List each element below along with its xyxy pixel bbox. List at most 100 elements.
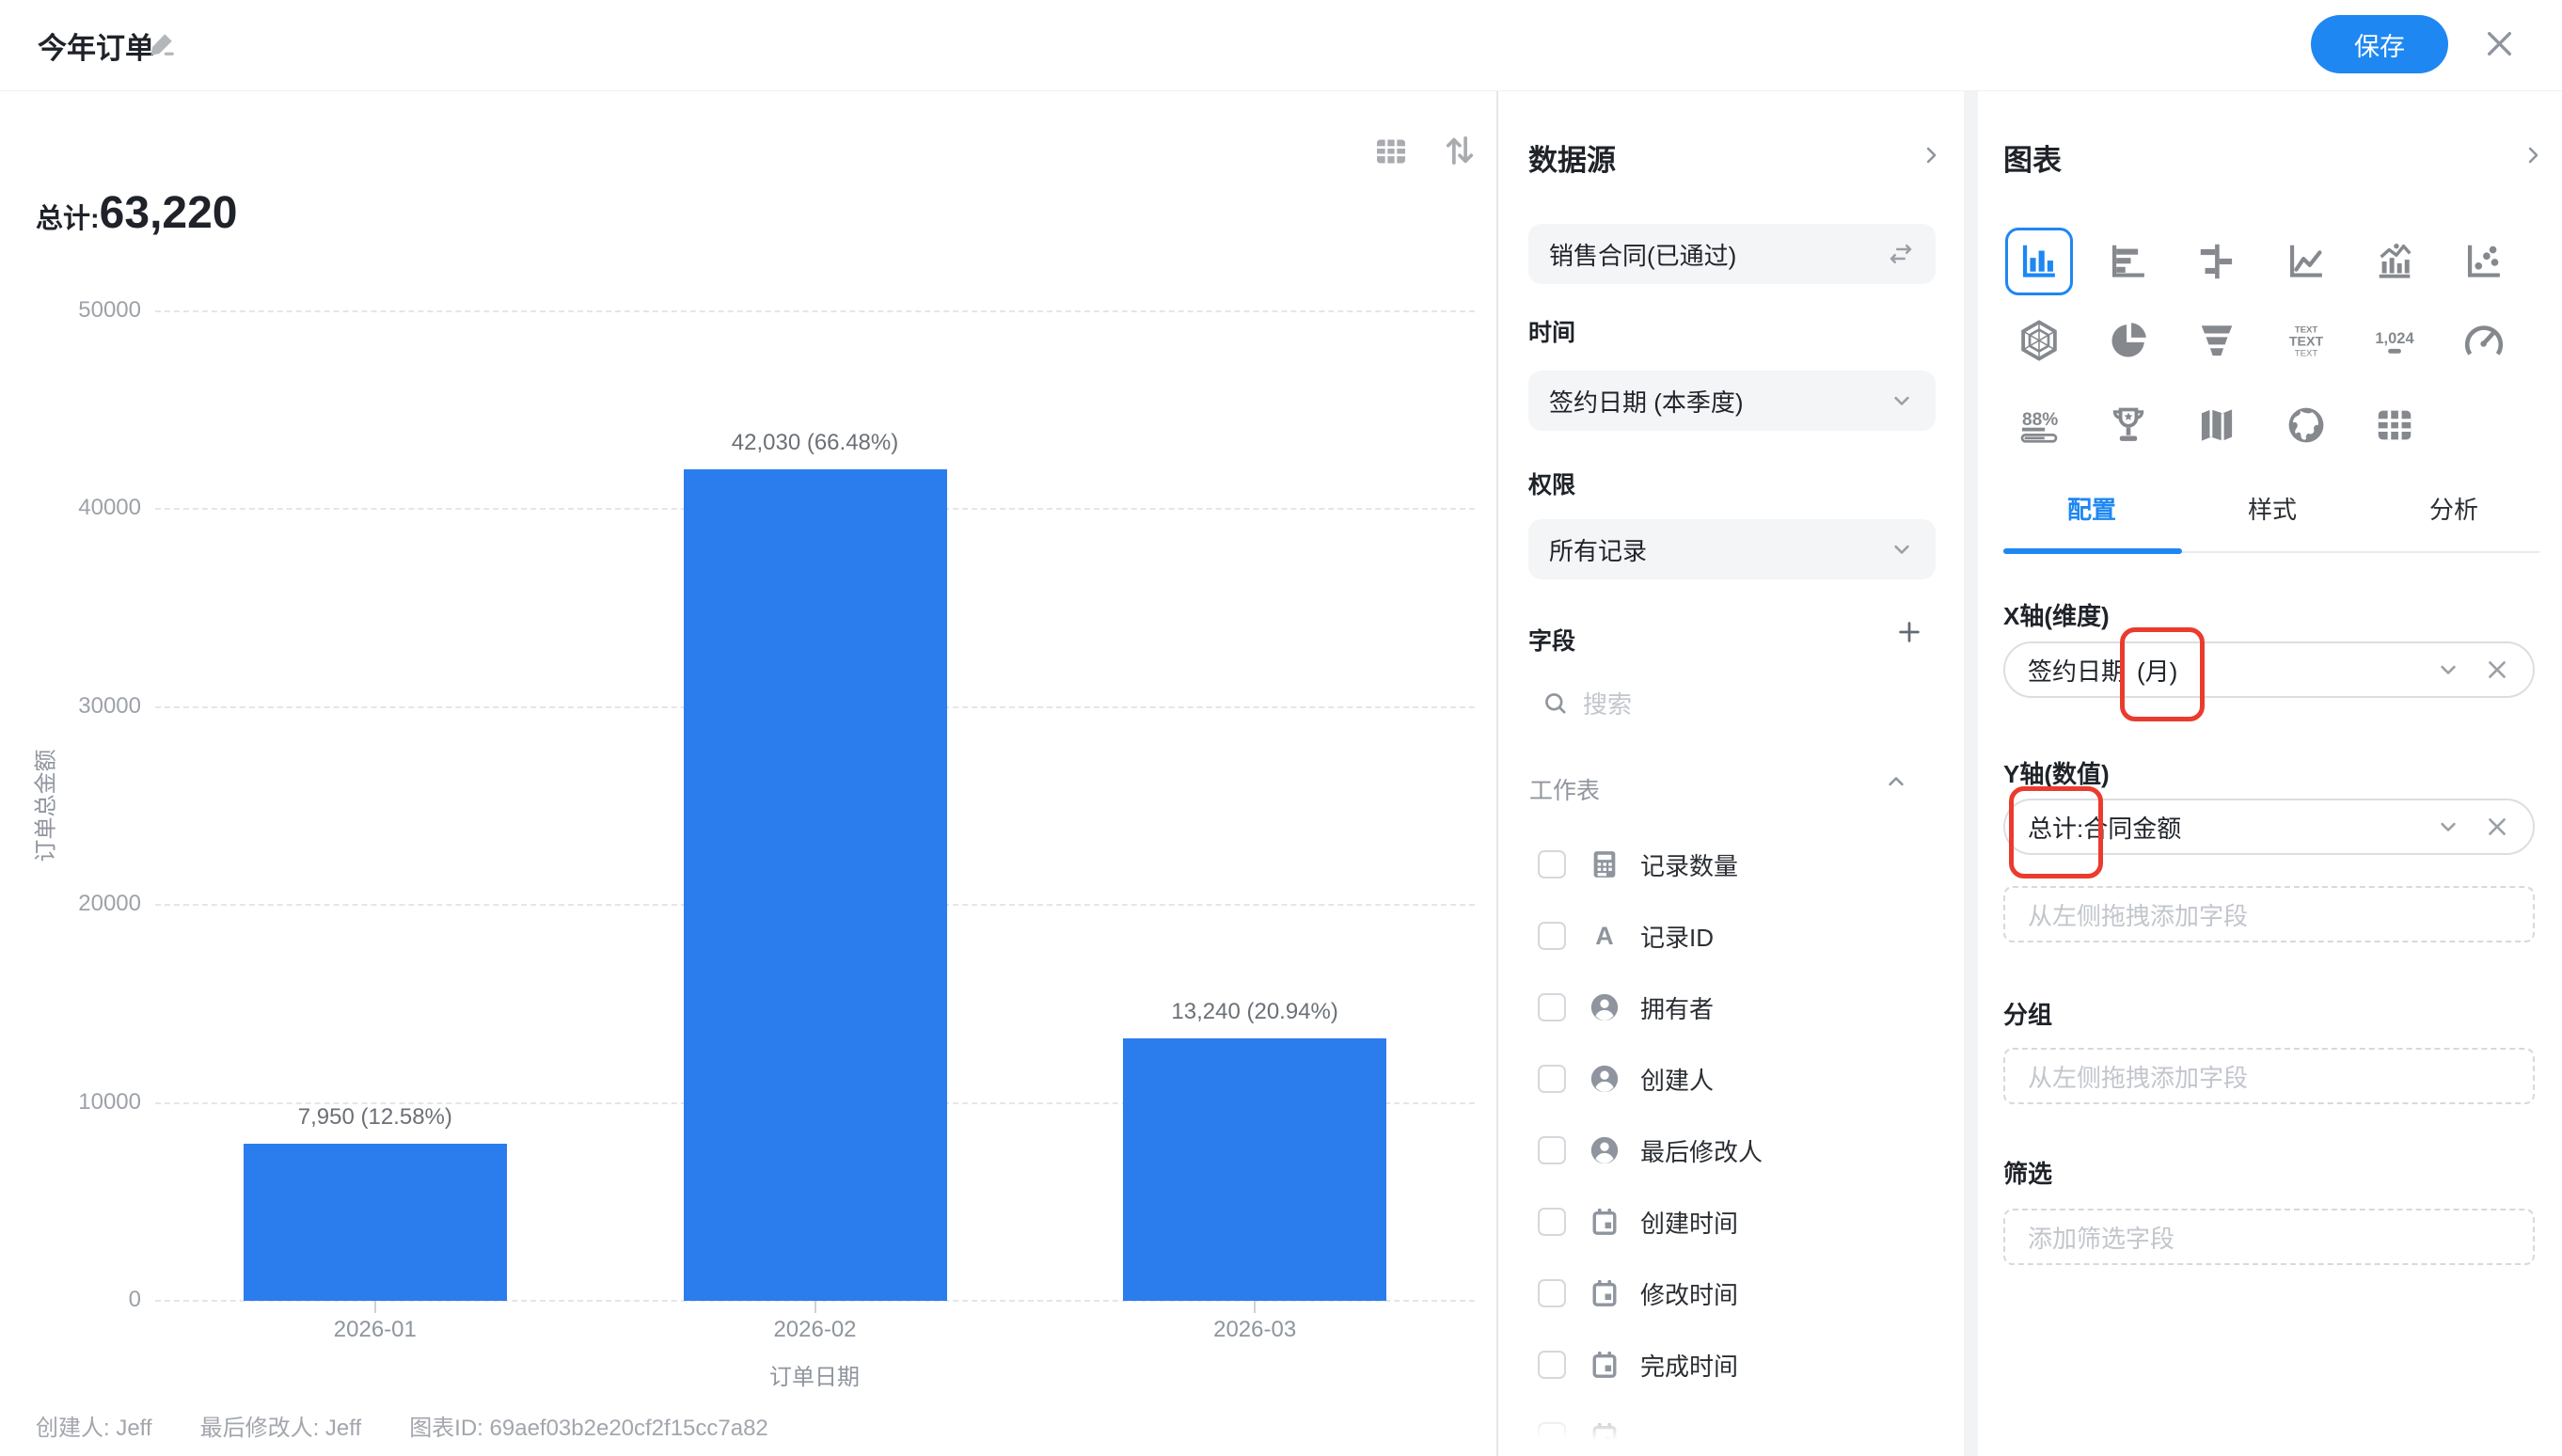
edit-title-icon[interactable]: [149, 29, 177, 57]
svg-text:88%: 88%: [2022, 410, 2058, 430]
svg-text:1,024: 1,024: [2376, 330, 2415, 347]
page-title: 今年订单: [38, 24, 154, 67]
x-axis-field-select[interactable]: 签约日期 (月): [2003, 641, 2535, 698]
y-axis-tick-label: 20000: [38, 891, 141, 917]
chart-type-table-icon[interactable]: [2361, 391, 2428, 459]
field-checkbox[interactable]: [1538, 922, 1566, 950]
chart-type-number-card-icon[interactable]: 1,024: [2361, 307, 2428, 374]
x-axis-category-label: 2026-03: [1114, 1317, 1396, 1343]
topbar: 今年订单 保存: [0, 0, 2562, 92]
y-axis-tick-label: 0: [38, 1287, 141, 1313]
field-label: 创建人: [1640, 1062, 1714, 1097]
chart-type-map-icon[interactable]: [2183, 391, 2251, 459]
chart-type-radar-icon[interactable]: [2005, 307, 2073, 374]
list-fade-overlay: [1498, 1400, 1964, 1456]
x-axis-field-name: 签约日期: [2028, 653, 2126, 688]
remove-field-icon[interactable]: [2484, 657, 2510, 683]
permission-select[interactable]: 所有记录: [1528, 519, 1936, 579]
y-axis-label: Y轴(数值): [2003, 755, 2110, 790]
datasource-expand-icon[interactable]: [1918, 142, 1944, 168]
permission-value: 所有记录: [1549, 532, 1647, 567]
text-icon: A: [1589, 920, 1621, 952]
chevron-down-icon[interactable]: [2435, 657, 2461, 683]
field-list-item[interactable]: 完成时间: [1498, 1329, 1964, 1401]
field-label: 完成时间: [1640, 1348, 1738, 1383]
chart-type-scatter-icon[interactable]: [2450, 228, 2518, 295]
chart-expand-icon[interactable]: [2520, 142, 2546, 168]
field-checkbox[interactable]: [1538, 1208, 1566, 1236]
tab-config[interactable]: 配置: [2016, 491, 2167, 526]
chart-type-line-icon[interactable]: [2272, 228, 2340, 295]
datasource-table-field[interactable]: 销售合同(已通过): [1528, 224, 1936, 284]
worksheet-section-label: 工作表: [1529, 772, 1600, 806]
svg-text:TEXT: TEXT: [2295, 348, 2318, 358]
chart-type-gauge-icon[interactable]: [2450, 307, 2518, 374]
chart-type-bar-horizontal-icon[interactable]: [2095, 228, 2162, 295]
field-checkbox[interactable]: [1538, 850, 1566, 878]
field-list-item[interactable]: 最后修改人: [1498, 1115, 1964, 1186]
field-checkbox[interactable]: [1538, 1065, 1566, 1093]
bar[interactable]: [684, 469, 947, 1301]
fields-section-label: 字段: [1528, 623, 1575, 657]
field-checkbox[interactable]: [1538, 1351, 1566, 1379]
field-list-item[interactable]: 拥有者: [1498, 972, 1964, 1043]
calendar-icon: [1589, 1277, 1621, 1309]
y-axis-field-select[interactable]: 总计: 合同金额: [2003, 799, 2535, 855]
modifier-text: 最后修改人: Jeff: [200, 1409, 362, 1442]
chart-type-column-icon[interactable]: [2005, 228, 2073, 295]
x-axis-category-label: 2026-02: [674, 1317, 957, 1343]
chart-type-ranking-icon[interactable]: [2095, 391, 2162, 459]
y-axis-field-name: 合同金额: [2083, 810, 2181, 845]
x-axis-tick: [374, 1301, 376, 1313]
chart-type-funnel-icon[interactable]: [2183, 307, 2251, 374]
tab-style[interactable]: 样式: [2197, 491, 2348, 526]
collapse-worksheet-icon[interactable]: [1883, 768, 1909, 795]
chart-type-world-map-icon[interactable]: [2272, 391, 2340, 459]
field-list-item[interactable]: 修改时间: [1498, 1258, 1964, 1329]
add-field-icon[interactable]: [1895, 618, 1923, 646]
bar-value-label: 42,030 (66.48%): [627, 430, 1004, 456]
field-checkbox[interactable]: [1538, 1136, 1566, 1164]
chart-type-word-cloud-icon[interactable]: TEXTTEXTTEXT: [2272, 307, 2340, 374]
svg-text:TEXT: TEXT: [2289, 334, 2324, 349]
bar[interactable]: [244, 1144, 507, 1301]
field-checkbox[interactable]: [1538, 1279, 1566, 1307]
field-label: 修改时间: [1640, 1276, 1738, 1311]
datasource-scrollbar[interactable]: [1964, 91, 1978, 1456]
group-drop-zone[interactable]: 从左侧拖拽添加字段: [2003, 1048, 2535, 1104]
person-icon: [1589, 1063, 1621, 1095]
y-axis-drop-zone[interactable]: 从左侧拖拽添加字段: [2003, 886, 2535, 942]
bar[interactable]: [1123, 1038, 1386, 1301]
chart-type-bidirectional-bar-icon[interactable]: [2183, 228, 2251, 295]
save-button[interactable]: 保存: [2311, 15, 2448, 73]
y-axis-aggregation: 总计:: [2028, 810, 2083, 845]
bar-value-label: 7,950 (12.58%): [187, 1104, 563, 1131]
filter-placeholder: 添加筛选字段: [2028, 1220, 2175, 1255]
swap-table-icon[interactable]: [1887, 240, 1915, 268]
field-list-item[interactable]: 创建人: [1498, 1043, 1964, 1115]
chart-id-text: 图表ID: 69aef03b2e20cf2f15cc7a82: [409, 1409, 768, 1442]
filter-drop-zone[interactable]: 添加筛选字段: [2003, 1209, 2535, 1265]
remove-field-icon[interactable]: [2484, 814, 2510, 840]
x-axis-title: 订单日期: [673, 1358, 956, 1391]
chart-type-pie-icon[interactable]: [2095, 307, 2162, 374]
y-axis-tick-label: 40000: [38, 495, 141, 521]
chart-type-progress-icon[interactable]: 88%: [2005, 391, 2073, 459]
field-list-item[interactable]: 创建时间: [1498, 1186, 1964, 1258]
tab-analysis[interactable]: 分析: [2379, 491, 2529, 526]
person-icon: [1589, 1134, 1621, 1166]
time-range-select[interactable]: 签约日期 (本季度): [1528, 371, 1936, 431]
field-list-item[interactable]: 记录数量: [1498, 829, 1964, 900]
filter-label: 筛选: [2003, 1155, 2052, 1190]
close-icon[interactable]: [2482, 26, 2517, 61]
field-checkbox[interactable]: [1538, 993, 1566, 1021]
field-search-input[interactable]: 搜索: [1542, 686, 1632, 720]
field-list-item[interactable]: A记录ID: [1498, 900, 1964, 972]
chart-type-combo-icon[interactable]: [2361, 228, 2428, 295]
chevron-down-icon: [1889, 388, 1915, 414]
x-axis-tick: [814, 1301, 816, 1313]
drop-zone-placeholder: 从左侧拖拽添加字段: [2028, 897, 2248, 932]
chevron-down-icon[interactable]: [2435, 814, 2461, 840]
search-icon: [1542, 689, 1569, 717]
creator-text: 创建人: Jeff: [36, 1409, 152, 1442]
